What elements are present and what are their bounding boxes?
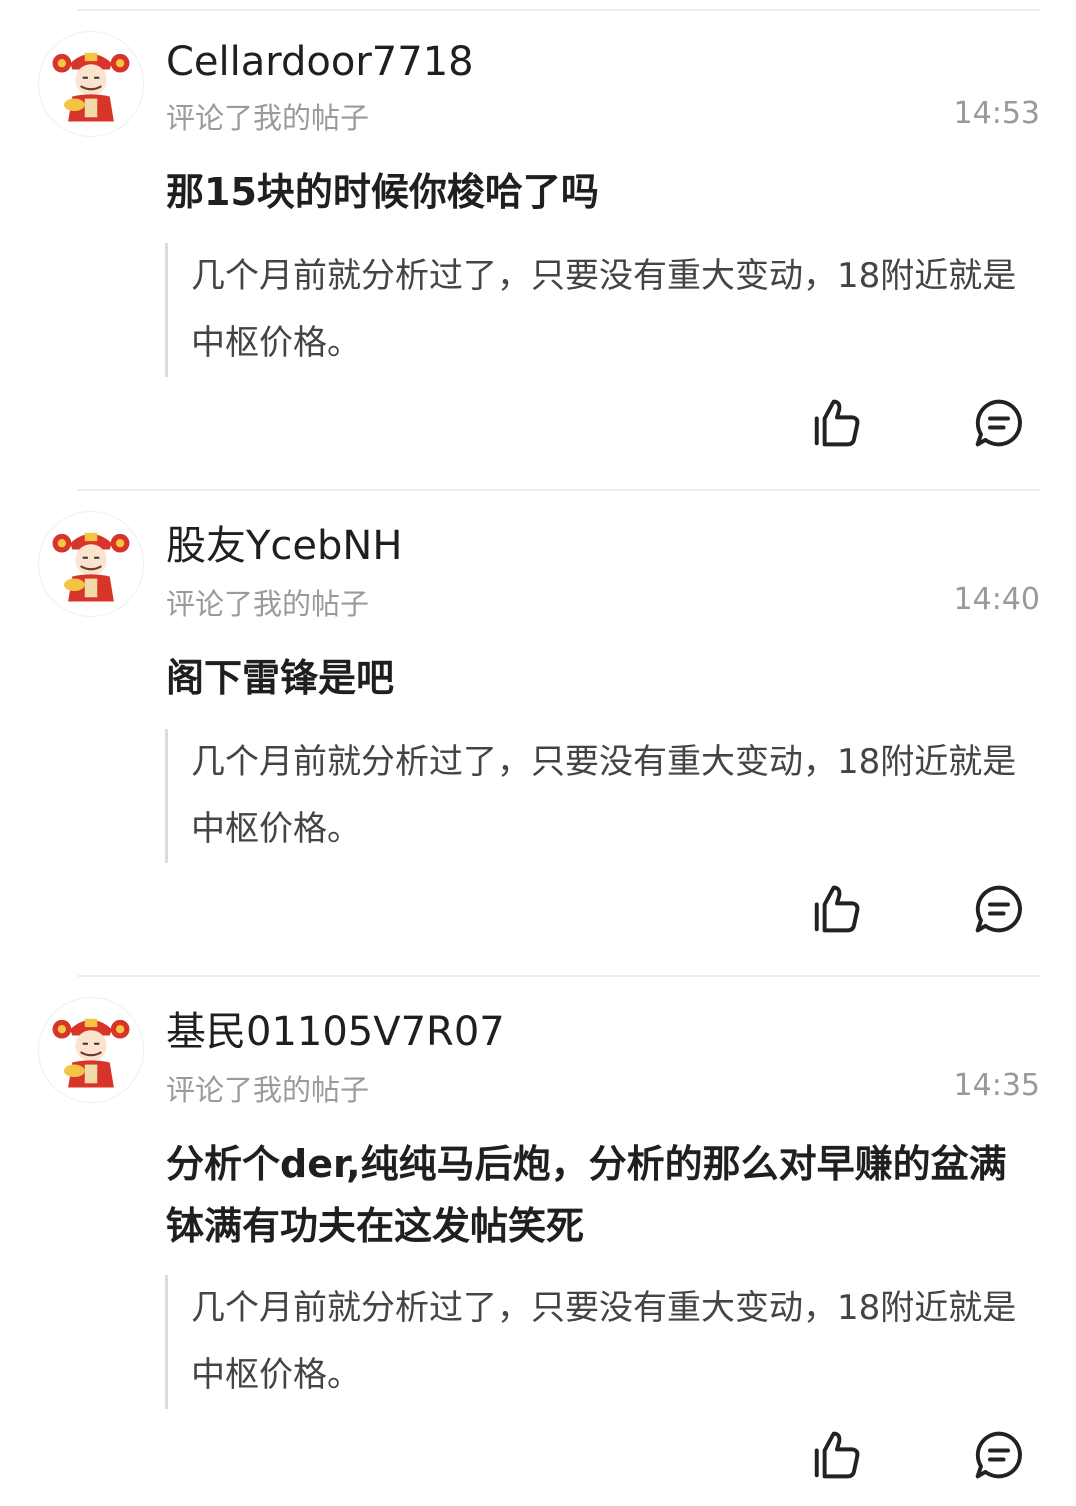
username[interactable]: Cellardoor7718 [166, 38, 474, 86]
reply-button[interactable] [972, 1428, 1026, 1482]
item-divider [78, 975, 1040, 977]
avatar[interactable] [38, 511, 144, 617]
comment-text: 分析个der,纯纯马后炮，分析的那么对早赚的盆满钵满有功夫在这发帖笑死 [166, 1142, 1007, 1248]
reply-button[interactable] [972, 882, 1026, 936]
thumbs-up-icon [814, 885, 860, 933]
quoted-post[interactable]: 几个月前就分析过了，只要没有重大变动，18附近就是中枢价格。 [165, 243, 1038, 377]
username[interactable]: 股友YcebNH [166, 522, 402, 570]
timestamp: 14:40 [953, 582, 1040, 617]
comment-bubble-icon [975, 885, 1022, 933]
thumbs-up-icon [814, 399, 860, 447]
god-of-wealth-avatar-icon [52, 1018, 130, 1088]
like-button[interactable] [810, 1428, 864, 1482]
action-text: 评论了我的帖子 [166, 1073, 370, 1107]
comment-text: 阁下雷锋是吧 [166, 656, 395, 700]
god-of-wealth-avatar-icon [52, 52, 130, 122]
comment-bubble-icon [975, 399, 1022, 447]
timestamp: 14:53 [953, 96, 1040, 131]
comment-text: 那15块的时候你梭哈了吗 [166, 170, 599, 214]
item-divider [78, 489, 1040, 491]
quoted-post[interactable]: 几个月前就分析过了，只要没有重大变动，18附近就是中枢价格。 [165, 729, 1038, 863]
reply-button[interactable] [972, 396, 1026, 450]
username[interactable]: 基民01105V7R07 [166, 1008, 505, 1056]
quoted-post[interactable]: 几个月前就分析过了，只要没有重大变动，18附近就是中枢价格。 [165, 1275, 1038, 1409]
avatar[interactable] [38, 31, 144, 137]
comment-bubble-icon [975, 1431, 1022, 1479]
like-button[interactable] [810, 396, 864, 450]
thumbs-up-icon [814, 1431, 860, 1479]
like-button[interactable] [810, 882, 864, 936]
avatar[interactable] [38, 997, 144, 1103]
top-divider [78, 9, 1040, 11]
action-text: 评论了我的帖子 [166, 101, 370, 135]
timestamp: 14:35 [953, 1068, 1040, 1103]
action-text: 评论了我的帖子 [166, 587, 370, 621]
god-of-wealth-avatar-icon [52, 532, 130, 602]
